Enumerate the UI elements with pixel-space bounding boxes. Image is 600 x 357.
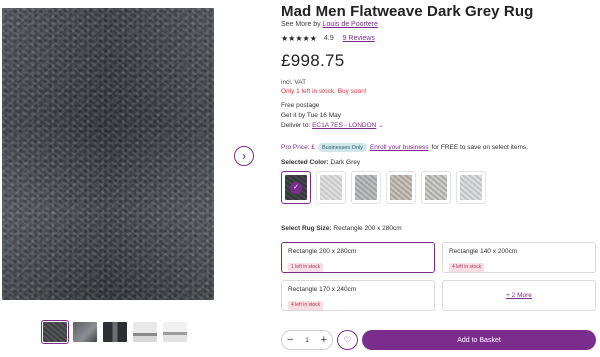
product-price: £998.75	[281, 51, 345, 70]
thumbnail-5[interactable]	[163, 322, 187, 342]
selected-color-value: Dark Grey	[330, 159, 361, 166]
more-sizes-label: + 2 More	[506, 292, 532, 299]
brand-link[interactable]: Louis de Poortere	[323, 21, 378, 28]
size-option-170x240[interactable]: Rectangle 170 x 240cm 4 left in stock	[281, 280, 435, 311]
heart-icon: ♡	[343, 334, 352, 345]
size-option-name: Rectangle 170 x 240cm	[288, 286, 357, 293]
vat-note: incl. VAT	[281, 79, 307, 86]
product-main-image[interactable]	[2, 8, 214, 300]
add-to-basket-button[interactable]: Add to Basket	[362, 330, 596, 350]
size-option-200x280[interactable]: Rectangle 200 x 280cm 1 left in stock	[281, 242, 435, 273]
star-rating-icon: ★★★★★	[281, 34, 317, 43]
color-swatch-5[interactable]	[421, 171, 451, 204]
decrease-quantity-button[interactable]: −	[287, 334, 293, 346]
next-image-button[interactable]: ›	[234, 146, 254, 166]
postcode-link[interactable]: EC1A 7ES - LONDON	[312, 122, 376, 129]
increase-quantity-button[interactable]: +	[321, 334, 327, 346]
deliver-to: Deliver to: EC1A 7ES - LONDON ⌄	[281, 122, 383, 129]
quantity-value[interactable]: 1	[305, 337, 309, 344]
reviews-link[interactable]: 9 Reviews	[343, 35, 375, 42]
pro-price-suffix: for FREE to save on select items.	[431, 144, 528, 151]
thumbnail-4[interactable]	[133, 322, 157, 342]
selected-size-label: Select Rug Size:	[281, 225, 332, 232]
selected-size-value: Rectangle 200 x 280cm	[333, 225, 402, 232]
delivery-date: Get it by Tue 16 May	[281, 112, 341, 119]
businesses-only-badge: Businesses Only	[317, 143, 367, 152]
check-icon: ✓	[290, 181, 302, 194]
selected-size: Select Rug Size: Rectangle 200 x 280cm	[281, 225, 402, 232]
selected-color-label: Selected Color:	[281, 159, 329, 166]
size-option-name: Rectangle 140 x 200cm	[449, 248, 518, 255]
image-thumbnails	[41, 320, 187, 344]
pro-price-label: Pro Price: £	[281, 144, 315, 151]
color-swatch-6[interactable]	[456, 171, 486, 204]
color-swatch-4[interactable]	[386, 171, 416, 204]
see-more-by: See More by Louis de Poortere	[281, 21, 378, 28]
stock-warning: Only 1 left in stock. Buy soon!	[281, 88, 367, 95]
stock-badge: 1 left in stock	[288, 262, 324, 272]
stock-badge: 4 left in stock	[288, 300, 324, 310]
more-sizes-button[interactable]: + 2 More	[442, 280, 596, 311]
size-option-name: Rectangle 200 x 280cm	[288, 248, 357, 255]
chevron-right-icon: ›	[242, 149, 246, 163]
rating-score: 4.9	[323, 35, 334, 42]
thumbnail-1[interactable]	[41, 320, 69, 344]
thumbnail-2[interactable]	[73, 322, 97, 342]
chevron-down-icon[interactable]: ⌄	[378, 123, 383, 129]
color-swatch-dark-grey[interactable]: ✓	[281, 171, 311, 204]
quantity-stepper: − 1 +	[281, 330, 333, 350]
size-option-140x200[interactable]: Rectangle 140 x 200cm 4 left in stock	[442, 242, 596, 273]
wishlist-button[interactable]: ♡	[337, 330, 358, 350]
color-swatches: ✓	[281, 171, 486, 204]
product-title: Mad Men Flatweave Dark Grey Rug	[281, 3, 534, 20]
pro-price-row: Pro Price: £ Businesses Only Enroll your…	[281, 143, 528, 152]
postage-info: Free postage	[281, 102, 320, 109]
color-swatch-2[interactable]	[316, 171, 346, 204]
color-swatch-3[interactable]	[351, 171, 381, 204]
thumbnail-3[interactable]	[103, 322, 127, 342]
deliver-to-label: Deliver to:	[281, 122, 311, 129]
selected-color: Selected Color: Dark Grey	[281, 159, 360, 166]
stock-badge: 4 left in stock	[449, 262, 485, 272]
rating-row: ★★★★★ 4.9 9 Reviews	[281, 34, 375, 43]
enroll-business-link[interactable]: Enroll your business	[370, 144, 429, 151]
see-more-prefix: See More by	[281, 21, 321, 28]
